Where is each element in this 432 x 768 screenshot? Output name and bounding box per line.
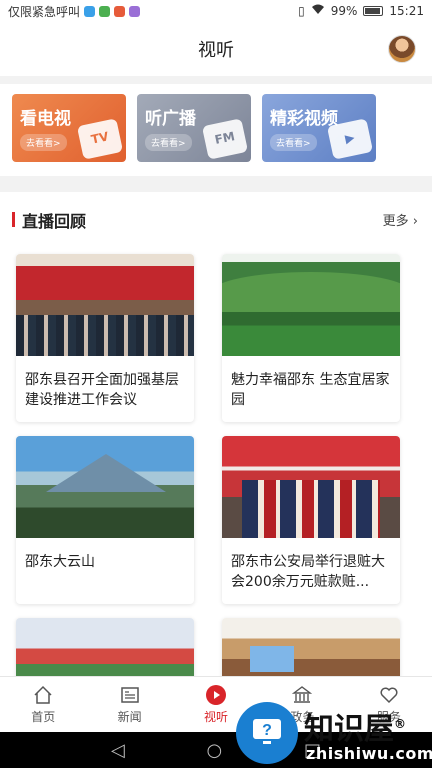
nav-home[interactable]: 首页 bbox=[0, 677, 86, 732]
watermark: ? 知识屋® zhishiwu.com bbox=[236, 700, 432, 768]
news-icon bbox=[119, 684, 141, 706]
app-header: 视听 bbox=[0, 22, 432, 76]
avatar[interactable] bbox=[388, 35, 416, 63]
radio-card-title: 听广播 bbox=[145, 109, 196, 129]
battery-percent: 99% bbox=[330, 4, 358, 18]
home-button[interactable]: ○ bbox=[207, 740, 223, 761]
video-card-action: 去看看> bbox=[270, 134, 317, 151]
app-notification-icon bbox=[99, 5, 111, 17]
tv-card-title: 看电视 bbox=[20, 109, 71, 129]
news-thumbnail bbox=[222, 618, 400, 676]
news-card[interactable]: 邵东大云山 bbox=[16, 436, 194, 604]
app-notification-icon bbox=[84, 5, 96, 17]
section-title: 直播回顾 bbox=[22, 212, 87, 231]
page-title: 视听 bbox=[198, 40, 234, 61]
news-title: 魅力幸福邵东 生态宜居家园 bbox=[231, 372, 390, 408]
news-thumbnail bbox=[222, 436, 400, 538]
section-header: 直播回顾 更多 › bbox=[0, 192, 432, 244]
nav-home-label: 首页 bbox=[31, 710, 56, 724]
tv-icon: TV bbox=[76, 118, 124, 160]
radio-card[interactable]: 听广播 去看看> FM bbox=[137, 94, 251, 162]
battery-icon bbox=[363, 6, 384, 16]
vibrate-icon: ▯ bbox=[298, 4, 305, 18]
help-monitor-icon: ? bbox=[236, 702, 298, 764]
news-title: 邵东市公安局举行退赃大会200余万元赃款赃... bbox=[231, 554, 385, 590]
carrier-text: 仅限紧急呼叫 bbox=[8, 4, 81, 19]
news-thumbnail bbox=[16, 254, 194, 356]
news-thumbnail bbox=[16, 436, 194, 538]
live-replay-section: 直播回顾 更多 › 邵东县召开全面加强基层建设推进工作会议 魅力幸福邵东 生态宜… bbox=[0, 192, 432, 676]
back-button[interactable]: ◁ bbox=[111, 740, 125, 761]
video-card[interactable]: 精彩视频 去看看> ▶ bbox=[262, 94, 376, 162]
tv-card[interactable]: 看电视 去看看> TV bbox=[12, 94, 126, 162]
svg-text:?: ? bbox=[262, 722, 272, 739]
clock: 15:21 bbox=[389, 4, 424, 18]
more-link[interactable]: 更多 › bbox=[383, 210, 418, 229]
news-thumbnail bbox=[16, 618, 194, 676]
status-bar: 仅限紧急呼叫 ▯ 99% 15:21 bbox=[0, 0, 432, 22]
app-notification-icon bbox=[129, 5, 141, 17]
news-title: 邵东大云山 bbox=[25, 554, 95, 570]
category-row: 看电视 去看看> TV 听广播 去看看> FM 精彩视频 去看看> ▶ bbox=[0, 84, 432, 176]
nav-news-label: 新闻 bbox=[117, 710, 142, 724]
watermark-url: zhishiwu.com bbox=[306, 744, 432, 763]
news-card[interactable]: 邵东县召开全面加强基层建设推进工作会议 bbox=[16, 254, 194, 422]
app-notification-icon bbox=[114, 5, 126, 17]
watermark-name: 知识屋® bbox=[304, 712, 406, 747]
news-card[interactable] bbox=[222, 618, 400, 676]
news-card[interactable]: 邵东市公安局举行退赃大会200余万元赃款赃... bbox=[222, 436, 400, 604]
nav-news[interactable]: 新闻 bbox=[86, 677, 172, 732]
news-thumbnail bbox=[222, 254, 400, 356]
radio-icon: FM bbox=[201, 118, 249, 160]
nav-media-label: 视听 bbox=[204, 710, 229, 724]
video-icon: ▶ bbox=[326, 118, 374, 160]
video-card-title: 精彩视频 bbox=[270, 109, 338, 129]
news-card[interactable]: 魅力幸福邵东 生态宜居家园 bbox=[222, 254, 400, 422]
home-icon bbox=[32, 684, 54, 706]
section-accent-bar bbox=[12, 212, 15, 227]
news-title: 邵东县召开全面加强基层建设推进工作会议 bbox=[25, 372, 179, 408]
play-icon bbox=[205, 684, 227, 706]
tv-card-action: 去看看> bbox=[20, 134, 67, 151]
radio-card-action: 去看看> bbox=[145, 134, 192, 151]
news-card[interactable] bbox=[16, 618, 194, 676]
wifi-icon bbox=[311, 4, 325, 18]
